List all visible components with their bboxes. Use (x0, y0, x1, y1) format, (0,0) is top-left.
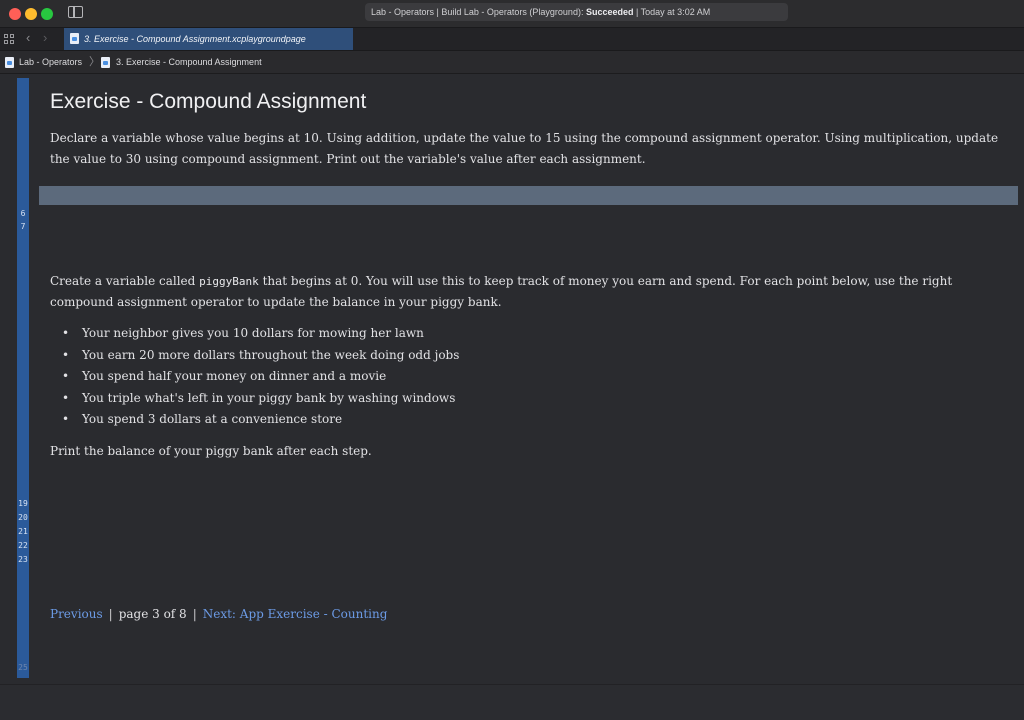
sidebar-toggle-icon[interactable] (68, 6, 83, 18)
breadcrumb-item-page[interactable]: 3. Exercise - Compound Assignment (116, 51, 262, 73)
line-number: 20 (18, 513, 28, 522)
title-bar: Lab - Operators | Build Lab - Operators … (0, 0, 1024, 28)
list-item: • You spend half your money on dinner and… (62, 366, 459, 388)
bullet-icon: • (62, 347, 70, 362)
line-number-gutter: 6 7 19 20 21 22 23 25 (17, 78, 29, 678)
nav-separator: | (192, 607, 197, 621)
tab-bar: ‹ › 3. Exercise - Compound Assignment.xc… (0, 28, 1024, 51)
breadcrumb-item-lab-operators[interactable]: Lab - Operators (19, 51, 82, 73)
next-page-link[interactable]: Next: App Exercise - Counting (203, 607, 388, 621)
list-item: • You spend 3 dollars at a convenience st… (62, 409, 459, 431)
list-item-text: You spend half your money on dinner and … (82, 369, 387, 383)
tab-label: 3. Exercise - Compound Assignment.xcplay… (84, 34, 306, 44)
minimize-window-button[interactable] (25, 8, 37, 20)
playground-file-icon (70, 33, 79, 44)
list-item-text: Your neighbor gives you 10 dollars for m… (82, 326, 424, 340)
tab-compound-assignment[interactable]: 3. Exercise - Compound Assignment.xcplay… (64, 28, 353, 50)
line-number: 19 (18, 499, 28, 508)
list-item: • You earn 20 more dollars throughout the… (62, 345, 459, 367)
close-window-button[interactable] (9, 8, 21, 20)
previous-page-link[interactable]: Previous (50, 607, 103, 621)
bullet-icon: • (62, 412, 70, 426)
page-navigation: Previous | page 3 of 8 | Next: App Exercise … (50, 604, 387, 625)
status-suffix: | Today at 3:02 AM (633, 7, 711, 17)
list-item: • You triple what's left in your piggy ba… (62, 388, 459, 410)
steps-list: • Your neighbor gives you 10 dollars for … (62, 323, 459, 431)
breadcrumb: Lab - Operators 〉 3. Exercise - Compound… (0, 51, 1024, 74)
related-items-grid-icon[interactable] (4, 34, 14, 44)
list-item: • Your neighbor gives you 10 dollars for … (62, 323, 459, 345)
line-number: 21 (18, 527, 28, 536)
page-title: Exercise - Compound Assignment (50, 90, 367, 113)
list-item-text: You spend 3 dollars at a convenience sto… (82, 412, 343, 426)
exercise-intro: Declare a variable whose value begins at… (50, 131, 999, 166)
status-prefix: Lab - Operators | Build Lab - Operators … (371, 7, 586, 17)
playground-file-icon (5, 57, 14, 68)
inline-code-piggybank: piggyBank (199, 275, 259, 288)
line-number: 22 (18, 541, 28, 550)
piggy-bank-instructions: Create a variable called piggyBank that … (50, 271, 1012, 313)
activity-status: Lab - Operators | Build Lab - Operators … (365, 3, 788, 21)
instructions-text-before: Create a variable called (50, 274, 200, 288)
zoom-window-button[interactable] (41, 8, 53, 20)
list-item-text: You earn 20 more dollars throughout the … (82, 347, 460, 362)
line-number: 7 (20, 222, 26, 231)
bullet-icon: • (62, 390, 70, 405)
chevron-left-icon[interactable]: ‹ (26, 30, 30, 46)
page-indicator: page 3 of 8 (118, 607, 187, 621)
list-item-text: You triple what's left in your piggy ban… (82, 390, 456, 405)
line-number: 6 (20, 209, 26, 218)
nav-separator: | (108, 607, 113, 621)
status-result: Succeeded (585, 7, 634, 17)
breadcrumb-separator: 〉 (89, 56, 100, 68)
bullet-icon: • (62, 369, 70, 383)
chevron-right-icon[interactable]: › (43, 30, 47, 46)
line-number: 25 (18, 663, 28, 672)
bullet-icon: • (62, 326, 70, 340)
line-number: 23 (18, 555, 28, 564)
playground-page-icon (101, 57, 110, 68)
code-line-highlight[interactable] (39, 186, 1018, 205)
debug-area-strip (0, 684, 1024, 720)
closing-instruction: Print the balance of your piggy bank aft… (50, 444, 372, 458)
